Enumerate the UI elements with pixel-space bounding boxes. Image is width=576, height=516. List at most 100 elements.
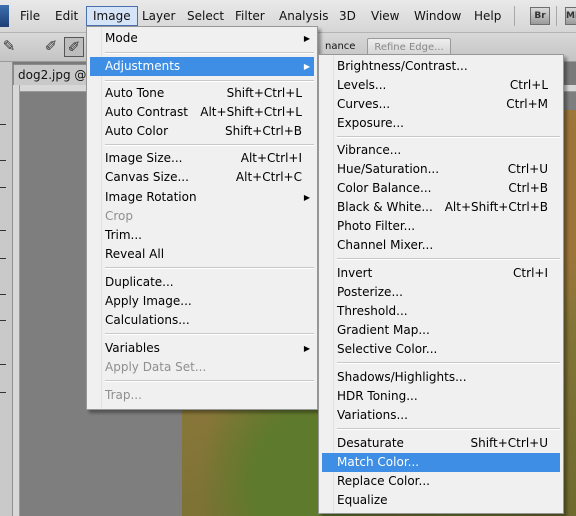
menu-item-label: Trim... — [105, 228, 142, 242]
tool-preset-icon[interactable]: ✎ — [0, 37, 18, 55]
menu-item-label: Duplicate... — [105, 275, 174, 289]
adj-item-gradient-map[interactable]: Gradient Map... — [322, 321, 560, 340]
image-menu-item-canvas-size[interactable]: Canvas Size... Alt+Ctrl+C — [90, 168, 314, 187]
tool-icon[interactable] — [0, 230, 6, 231]
menu-item-shortcut: Shift+Ctrl+U — [470, 436, 548, 450]
menu-view[interactable]: View — [365, 7, 405, 25]
menu-item-shortcut: Alt+Shift+Ctrl+B — [444, 200, 548, 214]
menu-item-label: Canvas Size... — [105, 170, 189, 184]
menu-item-label: Auto Tone — [105, 86, 165, 100]
adj-item-posterize[interactable]: Posterize... — [322, 283, 560, 302]
adj-item-photo-filter[interactable]: Photo Filter... — [322, 217, 560, 236]
image-menu-item-crop: Crop — [90, 207, 314, 226]
menu-separator — [105, 80, 314, 82]
image-menu-item-auto-contrast[interactable]: Auto Contrast Alt+Shift+Ctrl+L — [90, 103, 314, 122]
menu-separator — [105, 380, 314, 382]
menu-item-label: Mode — [105, 31, 138, 45]
tool-icon[interactable] — [0, 187, 6, 188]
vertical-ruler — [13, 85, 20, 516]
photoshop-logo-icon — [0, 5, 9, 27]
tool-icon[interactable] — [0, 392, 6, 393]
menu-item-label: Trap... — [105, 388, 142, 402]
menu-separator — [105, 144, 314, 146]
image-menu-item-mode[interactable]: Mode ▶ — [90, 29, 314, 48]
menu-help[interactable]: Help — [468, 7, 507, 25]
quick-selection-icon[interactable]: ✐ — [42, 37, 60, 55]
menu-image[interactable]: Image — [86, 6, 138, 26]
image-menu-item-auto-color[interactable]: Auto Color Shift+Ctrl+B — [90, 122, 314, 141]
menu-3d[interactable]: 3D — [333, 7, 362, 25]
menu-separator — [514, 6, 515, 26]
tools-panel — [0, 62, 13, 516]
image-menu-item-trim[interactable]: Trim... — [90, 226, 314, 245]
menu-item-label: HDR Toning... — [337, 389, 418, 403]
tool-icon[interactable] — [0, 160, 6, 161]
image-menu-item-duplicate[interactable]: Duplicate... — [90, 273, 314, 292]
menu-item-shortcut: Ctrl+I — [513, 266, 548, 280]
image-menu-item-apply-image[interactable]: Apply Image... — [90, 292, 314, 311]
image-menu: Mode ▶ Adjustments ▶ Auto Tone Shift+Ctr… — [86, 26, 318, 410]
adj-item-equalize[interactable]: Equalize — [322, 491, 560, 510]
adj-item-levels[interactable]: Levels... Ctrl+L — [322, 76, 560, 95]
adj-item-hue-saturation[interactable]: Hue/Saturation... Ctrl+U — [322, 160, 560, 179]
menu-item-label: Adjustments — [105, 59, 181, 73]
menu-layer[interactable]: Layer — [136, 7, 181, 25]
menu-item-label: Replace Color... — [337, 474, 430, 488]
adj-item-color-balance[interactable]: Color Balance... Ctrl+B — [322, 179, 560, 198]
menu-item-label: Brightness/Contrast... — [337, 59, 468, 73]
menu-edit[interactable]: Edit — [49, 7, 84, 25]
adj-item-threshold[interactable]: Threshold... — [322, 302, 560, 321]
menu-separator — [556, 6, 557, 26]
menu-filter[interactable]: Filter — [229, 7, 271, 25]
menu-select[interactable]: Select — [181, 7, 230, 25]
tool-icon[interactable] — [0, 294, 6, 295]
image-menu-item-auto-tone[interactable]: Auto Tone Shift+Ctrl+L — [90, 84, 314, 103]
adj-item-channel-mixer[interactable]: Channel Mixer... — [322, 236, 560, 255]
image-menu-item-trap: Trap... — [90, 386, 314, 405]
tool-icon[interactable] — [0, 320, 6, 321]
adj-item-replace-color[interactable]: Replace Color... — [322, 472, 560, 491]
image-menu-item-calculations[interactable]: Calculations... — [90, 311, 314, 330]
menu-window[interactable]: Window — [408, 7, 467, 25]
menu-item-label: Hue/Saturation... — [337, 162, 440, 176]
menu-item-label: Shadows/Highlights... — [337, 370, 467, 384]
tool-icon[interactable] — [0, 124, 6, 125]
adj-item-match-color[interactable]: Match Color... — [322, 453, 560, 472]
menu-item-label: Desaturate — [337, 436, 404, 450]
adj-item-curves[interactable]: Curves... Ctrl+M — [322, 95, 560, 114]
adj-item-variations[interactable]: Variations... — [322, 406, 560, 425]
image-menu-item-adjustments[interactable]: Adjustments ▶ — [90, 57, 314, 76]
adj-item-shadows-highlights[interactable]: Shadows/Highlights... — [322, 368, 560, 387]
bridge-button[interactable]: Br — [530, 7, 550, 25]
image-menu-item-apply-data-set: Apply Data Set... — [90, 358, 314, 377]
menu-separator — [337, 258, 560, 260]
image-menu-item-image-size[interactable]: Image Size... Alt+Ctrl+I — [90, 149, 314, 168]
image-menu-item-variables[interactable]: Variables ▶ — [90, 339, 314, 358]
menu-item-shortcut: Ctrl+M — [506, 97, 548, 111]
submenu-arrow-icon: ▶ — [303, 34, 310, 43]
image-menu-item-reveal-all[interactable]: Reveal All — [90, 245, 314, 264]
image-menu-item-image-rotation[interactable]: Image Rotation ▶ — [90, 188, 314, 207]
menu-item-shortcut: Ctrl+U — [507, 162, 548, 176]
adj-item-brightness-contrast[interactable]: Brightness/Contrast... — [322, 57, 560, 76]
mini-bridge-button[interactable]: Mb — [565, 7, 576, 25]
adj-item-black-white[interactable]: Black & White... Alt+Shift+Ctrl+B — [322, 198, 560, 217]
menu-item-label: Match Color... — [337, 455, 420, 469]
adj-item-exposure[interactable]: Exposure... — [322, 114, 560, 133]
add-to-selection-icon[interactable]: ✐ — [64, 37, 84, 57]
menu-file[interactable]: File — [14, 7, 46, 25]
adj-item-vibrance[interactable]: Vibrance... — [322, 141, 560, 160]
adjustments-submenu: Brightness/Contrast... Levels... Ctrl+L … — [318, 54, 564, 514]
tool-icon[interactable] — [0, 364, 6, 365]
menu-analysis[interactable]: Analysis — [273, 7, 334, 25]
document-tab[interactable]: dog2.jpg @ — [13, 64, 93, 85]
tool-icon[interactable] — [0, 258, 6, 259]
adj-item-hdr-toning[interactable]: HDR Toning... — [322, 387, 560, 406]
adj-item-desaturate[interactable]: Desaturate Shift+Ctrl+U — [322, 434, 560, 453]
menu-item-label: Threshold... — [337, 304, 408, 318]
menu-item-label: Auto Contrast — [105, 105, 188, 119]
menu-item-label: Image Size... — [105, 151, 183, 165]
submenu-arrow-icon: ▶ — [303, 193, 310, 202]
adj-item-selective-color[interactable]: Selective Color... — [322, 340, 560, 359]
adj-item-invert[interactable]: Invert Ctrl+I — [322, 264, 560, 283]
